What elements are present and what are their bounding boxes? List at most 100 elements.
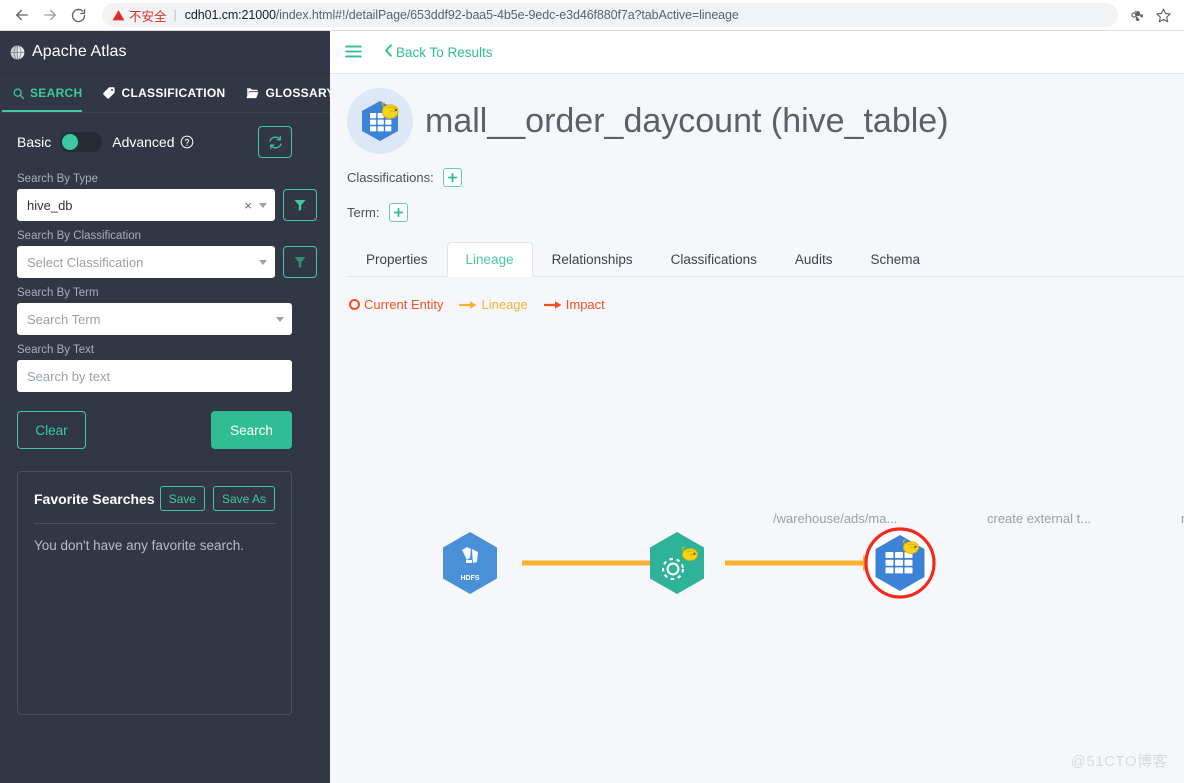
- favorite-searches-title: Favorite Searches: [34, 490, 155, 507]
- add-classification-button[interactable]: [442, 168, 462, 187]
- tag-icon: [102, 86, 116, 100]
- sidebar-tab-glossary[interactable]: GLOSSARY: [235, 74, 330, 112]
- search-by-text-input[interactable]: Search by text: [17, 360, 292, 392]
- search-by-type-value: hive_db: [27, 197, 73, 213]
- reload-button[interactable]: [64, 1, 92, 29]
- legend-impact: Impact: [543, 297, 605, 312]
- type-filter-button[interactable]: [283, 189, 317, 221]
- question-circle-icon[interactable]: [180, 135, 194, 149]
- lineage-node-2: [864, 527, 936, 599]
- tab-audits[interactable]: Audits: [776, 242, 852, 277]
- brand-label: Apache Atlas: [32, 43, 127, 60]
- hamburger-menu-icon[interactable]: [345, 44, 362, 61]
- key-icon[interactable]: [1124, 3, 1150, 27]
- omnibox-divider: |: [173, 8, 177, 22]
- chevron-down-icon: [259, 259, 267, 265]
- lineage-graph-svg[interactable]: HDFS: [330, 312, 1184, 712]
- chevron-left-icon: [384, 44, 393, 60]
- folder-icon: [245, 86, 260, 100]
- term-label: Term:: [347, 205, 380, 220]
- field-search-by-text: Search By Text Search by text: [17, 344, 317, 392]
- legend-current-entity-label: Current Entity: [364, 297, 444, 312]
- tab-lineage[interactable]: Lineage: [446, 242, 533, 277]
- tab-relationships[interactable]: Relationships: [533, 242, 652, 277]
- watermark: @51CTO博客: [1070, 753, 1168, 770]
- lineage-legend: Current Entity Lineage Impact: [349, 297, 1184, 312]
- search-actions: Clear Search: [17, 411, 292, 449]
- legend-lineage: Lineage: [459, 297, 528, 312]
- url-text: cdh01.cm:21000/index.html#!/detailPage/6…: [185, 8, 739, 22]
- classifications-row: Classifications:: [330, 168, 1184, 187]
- legend-current-entity: Current Entity: [349, 297, 443, 312]
- field-label-search-by-classification: Search By Classification: [17, 230, 141, 242]
- favorites-save-as-button[interactable]: Save As: [212, 486, 275, 511]
- clear-type-icon[interactable]: ×: [244, 198, 252, 213]
- sidebar-tab-classification[interactable]: CLASSIFICATION: [92, 74, 235, 112]
- back-to-results-label: Back To Results: [396, 44, 493, 60]
- back-to-results-link[interactable]: Back To Results: [384, 44, 493, 60]
- field-search-by-classification: Search By Classification Select Classifi…: [17, 230, 317, 278]
- clear-button[interactable]: Clear: [17, 411, 86, 449]
- browser-toolbar: 不安全 | cdh01.cm:21000/index.html#!/detail…: [0, 0, 1184, 31]
- current-entity-marker-icon: [349, 299, 360, 310]
- main-toolbar: Back To Results: [330, 31, 1184, 74]
- field-label-search-by-text: Search By Text: [17, 344, 95, 356]
- back-button[interactable]: [8, 1, 36, 29]
- chevron-down-icon: [276, 316, 284, 322]
- url-path: /index.html#!/detailPage/653ddf92-baa5-4…: [275, 8, 739, 22]
- svg-text:HDFS: HDFS: [460, 575, 479, 582]
- globe-icon: [10, 44, 25, 60]
- tab-classifications[interactable]: Classifications: [652, 242, 776, 277]
- lineage-edge-1: [725, 555, 883, 571]
- insecure-warning-icon: [112, 9, 125, 22]
- url-host: cdh01.cm:21000: [184, 8, 276, 22]
- favorites-save-button[interactable]: Save: [159, 486, 205, 511]
- divider: [34, 523, 275, 524]
- insecure-warning-label: 不安全: [129, 9, 167, 24]
- search-icon: [12, 87, 25, 100]
- chevron-down-icon: [259, 202, 267, 208]
- hive-table-icon: [347, 88, 413, 154]
- search-mode-advanced-label: Advanced: [112, 134, 175, 150]
- entity-tab-strip: Properties Lineage Relationships Classif…: [347, 241, 1184, 277]
- field-label-search-by-type: Search By Type: [17, 173, 98, 185]
- search-mode-basic-label: Basic: [17, 134, 52, 150]
- lineage-node-0: HDFS: [443, 532, 497, 594]
- field-search-by-term: Search By Term Search Term: [17, 287, 317, 335]
- search-by-text-placeholder: Search by text: [27, 368, 111, 384]
- sidebar-tab-search[interactable]: SEARCH: [2, 74, 92, 112]
- sidebar-tab-glossary-label: GLOSSARY: [265, 86, 330, 100]
- term-row: Term:: [330, 203, 1184, 222]
- add-term-button[interactable]: [388, 203, 408, 222]
- search-mode-toggle[interactable]: [60, 132, 103, 152]
- sidebar-tab-classification-label: CLASSIFICATION: [121, 86, 226, 100]
- tab-properties[interactable]: Properties: [347, 242, 447, 277]
- address-bar[interactable]: 不安全 | cdh01.cm:21000/index.html#!/detail…: [102, 3, 1118, 27]
- classifications-label: Classifications:: [347, 170, 434, 185]
- classification-filter-button[interactable]: [283, 246, 317, 278]
- search-mode-row: Basic Advanced: [17, 126, 317, 158]
- favorite-searches-panel: Favorite Searches Save Save As You don't…: [17, 471, 292, 715]
- search-panel: Basic Advanced Search By Type hive_db × …: [0, 113, 330, 783]
- search-by-term-select[interactable]: Search Term: [17, 303, 292, 335]
- search-button[interactable]: Search: [211, 411, 292, 449]
- lineage-arrow-icon: [459, 300, 477, 310]
- favorite-searches-header: Favorite Searches Save Save As: [34, 486, 275, 511]
- lineage-node-1: [650, 532, 704, 594]
- main-content: Back To Results mall__order_daycount (hi…: [330, 31, 1184, 783]
- field-search-by-type: Search By Type hive_db ×: [17, 173, 317, 221]
- favorite-searches-empty-text: You don't have any favorite search.: [34, 538, 244, 553]
- tab-schema[interactable]: Schema: [851, 242, 939, 277]
- entity-header: mall__order_daycount (hive_table): [330, 74, 1184, 154]
- lineage-graph-area[interactable]: /warehouse/ads/ma... create external t..…: [330, 312, 1184, 783]
- refresh-button[interactable]: [258, 126, 292, 158]
- sidebar: Apache Atlas SEARCH CLASSIFICATION GLOSS…: [0, 31, 330, 783]
- forward-button[interactable]: [36, 1, 64, 29]
- search-by-classification-select[interactable]: Select Classification: [17, 246, 275, 278]
- search-by-type-select[interactable]: hive_db ×: [17, 189, 275, 221]
- toggle-knob: [62, 134, 79, 150]
- impact-arrow-icon: [543, 300, 562, 310]
- legend-lineage-label: Lineage: [481, 297, 528, 312]
- star-icon[interactable]: [1150, 3, 1176, 27]
- app-root: Apache Atlas SEARCH CLASSIFICATION GLOSS…: [0, 31, 1184, 783]
